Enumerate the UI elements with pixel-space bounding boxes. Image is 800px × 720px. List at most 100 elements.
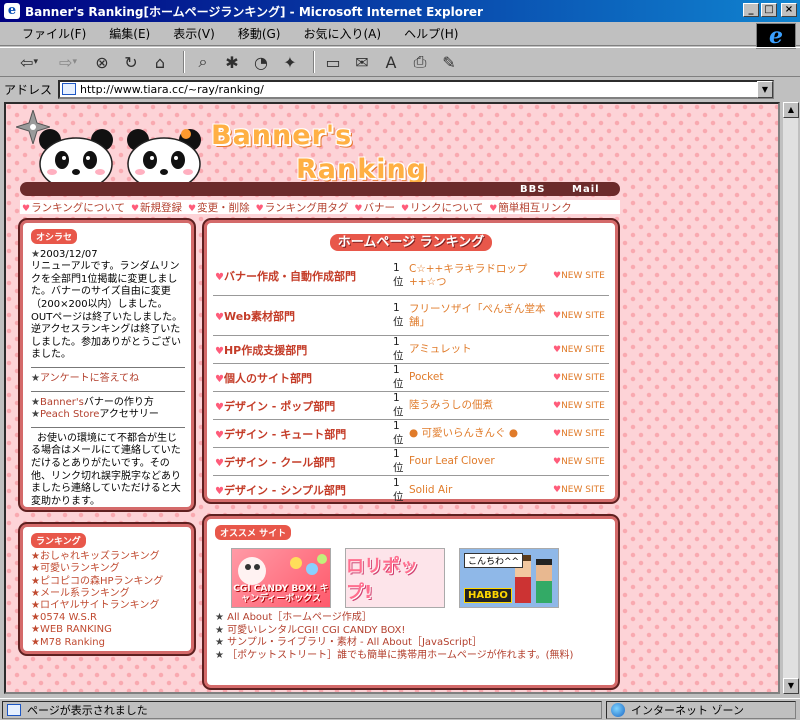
refresh-icon[interactable]: ↻ — [119, 50, 143, 74]
new-site-link[interactable]: ♥NEW SITE — [549, 457, 605, 467]
rank-position: 1位 — [393, 364, 404, 390]
search-icon[interactable]: ⌕ — [191, 50, 215, 74]
nav-mutual-link[interactable]: ♥簡単相互リンク — [489, 200, 572, 215]
panda-icon — [39, 129, 113, 186]
banner-caption: CGI CANDY BOX! キャンディーボックス — [233, 584, 329, 605]
channels-icon[interactable]: ✦ — [278, 50, 302, 74]
rank-site-link[interactable]: ● 可愛いらんきんぐ ● — [409, 427, 549, 440]
new-site-link[interactable]: ♥NEW SITE — [549, 373, 605, 383]
menu-go[interactable]: 移動(G) — [226, 23, 292, 45]
star-icon: ★ — [31, 396, 40, 408]
nav-banner[interactable]: ♥バナー — [354, 200, 395, 215]
menu-view[interactable]: 表示(V) — [161, 23, 226, 45]
new-site-link[interactable]: ♥NEW SITE — [549, 345, 605, 355]
rank-site-link[interactable]: フリーソザイ「ぺんぎん堂本舗」 — [409, 303, 549, 328]
peach-store-link[interactable]: Peach Store — [40, 409, 99, 420]
nav-links[interactable]: ♥リンクについて — [401, 200, 483, 215]
forward-icon[interactable]: ⇨ ▾ — [51, 50, 85, 74]
recommended-links: ★ All About［ホームページ作成］ ★ 可愛いレンタルCGI! CGI … — [215, 612, 609, 662]
ranking-link[interactable]: ★M78 Ranking — [31, 637, 185, 649]
rank-category-link[interactable]: ♥バナー作成・自動作成部門 — [213, 268, 393, 284]
new-site-link[interactable]: ♥NEW SITE — [549, 311, 605, 321]
habbo-banner[interactable]: こんちわ^^ HABBO — [459, 548, 559, 608]
heart-icon: ♥ — [400, 203, 410, 214]
rank-category-link[interactable]: ♥デザイン - ポップ部門 — [213, 398, 393, 414]
rank-site-link[interactable]: Solid Air — [409, 484, 549, 497]
menu-help[interactable]: ヘルプ(H) — [392, 23, 469, 45]
rank-position: 1位 — [393, 302, 404, 328]
rank-category-link[interactable]: ♥HP作成支援部門 — [213, 342, 393, 358]
rank-category-link[interactable]: ♥個人のサイト部門 — [213, 370, 393, 386]
menu-file[interactable]: ファイル(F) — [10, 23, 97, 45]
news-body: リニューアルです。ランダムリンクを全部門1位掲載に変更しました。バナーのサイズ自… — [31, 261, 183, 361]
rank-site-link[interactable]: アミュレット — [409, 343, 549, 356]
rank-row: ♥バナー作成・自動作成部門 1位 C☆++キラキラドロップ++☆つ ♥NEW S… — [213, 256, 609, 296]
star-icon: ★ — [31, 372, 40, 384]
star-icon: ★ — [31, 248, 40, 260]
vertical-scrollbar[interactable]: ▲ ▼ — [782, 102, 799, 694]
rank-category-link[interactable]: ♥デザイン - キュート部門 — [213, 426, 393, 442]
banners-link[interactable]: Banner's — [40, 397, 84, 408]
ranking-link[interactable]: ★WEB RANKING — [31, 624, 185, 636]
new-site-link[interactable]: ♥NEW SITE — [549, 401, 605, 411]
recommended-link[interactable]: ★ 可愛いレンタルCGI! CGI CANDY BOX! — [215, 625, 609, 638]
rank-site-link[interactable]: C☆++キラキラドロップ++☆つ — [409, 263, 549, 288]
rank-site-link[interactable]: Pocket — [409, 371, 549, 384]
star-icon: ★ — [215, 612, 224, 623]
ranking-link[interactable]: ★可愛いランキング — [31, 563, 185, 575]
rank-category-link[interactable]: ♥デザイン - クール部門 — [213, 454, 393, 470]
rank-site-link[interactable]: Four Leaf Clover — [409, 455, 549, 468]
divider — [31, 426, 185, 428]
edit-icon[interactable]: ✎ — [437, 50, 461, 74]
mail-icon[interactable]: ✉ — [350, 50, 374, 74]
rank-site-link[interactable]: 陸うみうしの佃煮 — [409, 399, 549, 412]
ranking-link[interactable]: ★メール系ランキング — [31, 588, 185, 600]
mail-link[interactable]: Mail — [572, 184, 600, 195]
bbs-link[interactable]: BBS — [520, 184, 545, 195]
rank-category-link[interactable]: ♥デザイン - シンプル部門 — [213, 482, 393, 498]
back-icon[interactable]: ⇦ ▾ — [12, 50, 46, 74]
menu-edit[interactable]: 編集(E) — [97, 23, 161, 45]
new-site-link[interactable]: ♥NEW SITE — [549, 485, 605, 495]
scroll-up-icon[interactable]: ▲ — [783, 102, 799, 118]
recommended-link[interactable]: ★ ［ポケットストリート］誰でも簡単に携帯用ホームページが作れます。(無料) — [215, 650, 609, 663]
cgi-candy-box-banner[interactable]: CGI CANDY BOX! キャンディーボックス — [231, 548, 331, 608]
ranking-link[interactable]: ★0574 W.S.R — [31, 612, 185, 624]
rank-row: ♥個人のサイト部門 1位 Pocket ♥NEW SITE — [213, 364, 609, 392]
ranking-link[interactable]: ★ロイヤルサイトランキング — [31, 600, 185, 612]
rank-category-link[interactable]: ♥Web素材部門 — [213, 308, 393, 324]
print-icon[interactable]: ⎙ — [408, 50, 432, 74]
minimize-button[interactable]: _ — [743, 3, 759, 17]
close-button[interactable]: × — [781, 3, 797, 17]
ranking-link[interactable]: ★ピコピコの森HPランキング — [31, 576, 185, 588]
ranking-link[interactable]: ★おしゃれキッズランキング — [31, 551, 185, 563]
addressbar: アドレス http://www.tiara.cc/~ray/ranking/ ▼ — [0, 78, 800, 100]
toolbar: ⇦ ▾ ⇨ ▾ ⊗ ↻ ⌂ ⌕ ✱ ◔ ✦ ▭ ✉ A ⎙ ✎ — [0, 47, 800, 77]
history-icon[interactable]: ◔ — [249, 50, 273, 74]
recommended-link[interactable]: ★ サンプル・ライブラリ・素材 - All About［JavaScript］ — [215, 637, 609, 650]
home-icon[interactable]: ⌂ — [148, 50, 172, 74]
heart-icon: ♥ — [215, 271, 224, 283]
heart-icon: ♥ — [553, 456, 562, 467]
lolipop-banner[interactable]: ロリポップ! — [345, 548, 445, 608]
globe-icon — [611, 702, 625, 717]
stop-icon[interactable]: ⊗ — [90, 50, 114, 74]
address-dropdown-icon[interactable]: ▼ — [757, 80, 773, 98]
nav-edit-delete[interactable]: ♥変更・削除 — [188, 200, 250, 215]
nav-about[interactable]: ♥ランキングについて — [22, 200, 125, 215]
new-site-link[interactable]: ♥NEW SITE — [549, 271, 605, 281]
nav-ranking-tag[interactable]: ♥ランキング用タグ — [256, 200, 349, 215]
scroll-down-icon[interactable]: ▼ — [783, 678, 799, 694]
address-input[interactable]: http://www.tiara.cc/~ray/ranking/ ▼ — [58, 79, 774, 99]
maximize-button[interactable]: □ — [761, 3, 777, 17]
survey-link[interactable]: アンケートに答えてね — [40, 373, 139, 384]
ie-icon: e — [4, 3, 20, 19]
nav-register[interactable]: ♥新規登録 — [131, 200, 182, 215]
font-icon[interactable]: A — [379, 50, 403, 74]
fullscreen-icon[interactable]: ▭ — [321, 50, 345, 74]
new-site-link[interactable]: ♥NEW SITE — [549, 429, 605, 439]
recommended-link[interactable]: ★ All About［ホームページ作成］ — [215, 612, 609, 625]
menu-favorites[interactable]: お気に入り(A) — [291, 23, 392, 45]
heart-icon: ♥ — [188, 203, 197, 214]
favorites-icon[interactable]: ✱ — [220, 50, 244, 74]
